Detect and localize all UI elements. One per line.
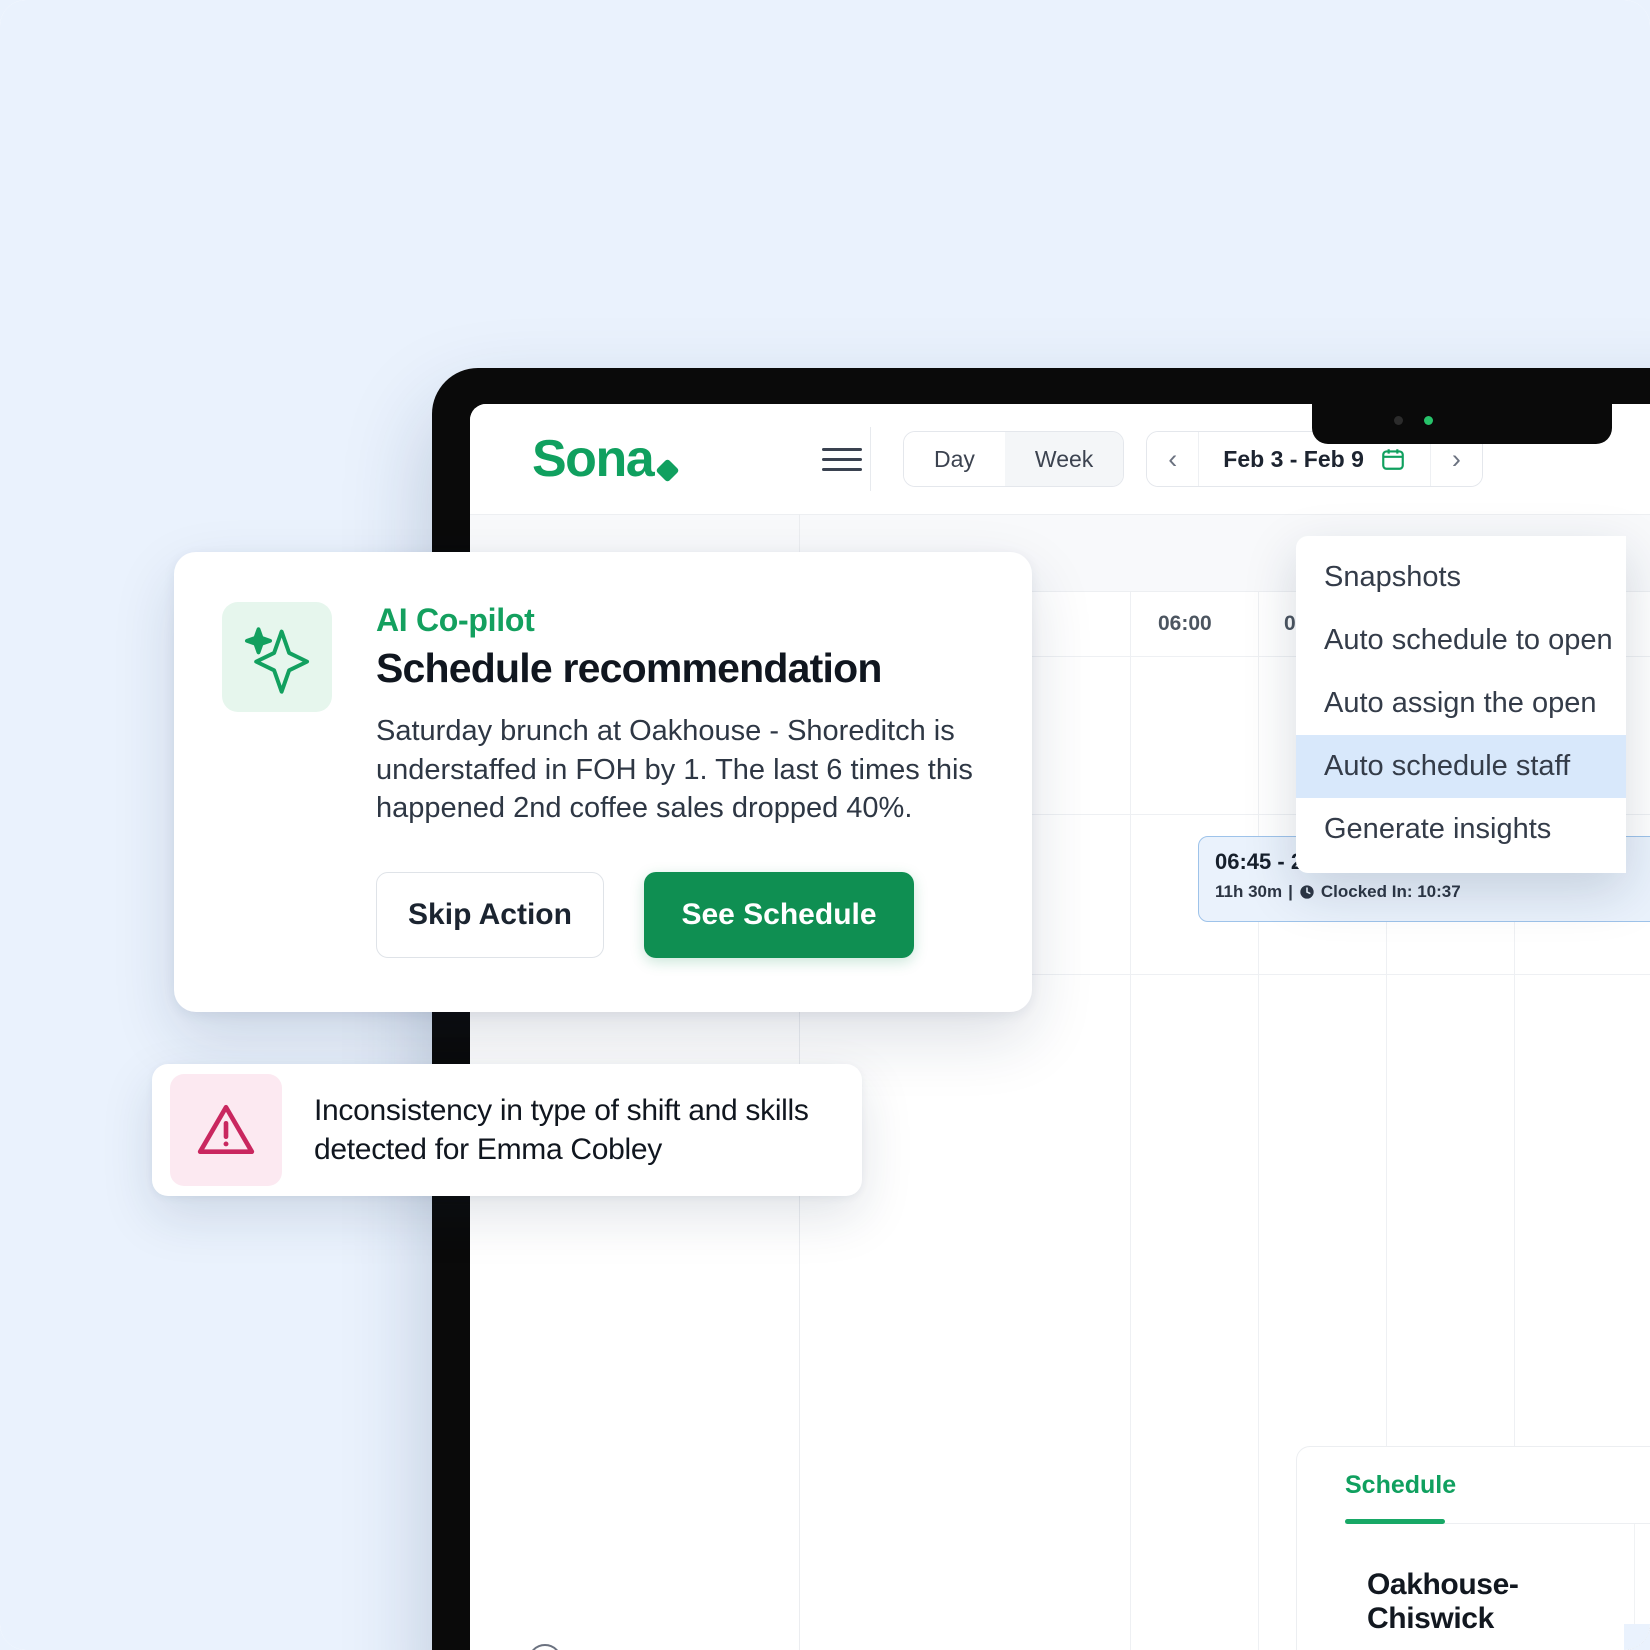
hamburger-icon[interactable] bbox=[822, 439, 862, 479]
date-range-text: Feb 3 - Feb 9 bbox=[1223, 445, 1364, 472]
logo-diamond-icon bbox=[655, 458, 680, 483]
corner-mask bbox=[1624, 1624, 1650, 1650]
copilot-title: Schedule recommendation bbox=[376, 645, 882, 691]
prev-week-button[interactable]: ‹ bbox=[1147, 432, 1200, 486]
sparkle-glyph bbox=[244, 627, 310, 694]
shift-clocked-in: Clocked In: 10:37 bbox=[1320, 882, 1461, 901]
menu-item-generate-insights[interactable]: Generate insights bbox=[1296, 798, 1626, 861]
skip-action-button[interactable]: Skip Action bbox=[376, 871, 604, 958]
camera-lens-icon bbox=[1394, 416, 1403, 425]
help-circle-icon: ? bbox=[528, 1644, 562, 1650]
menu-item-auto-schedule-staff[interactable]: Auto schedule staff bbox=[1296, 735, 1626, 798]
menu-item-auto-schedule-to-open[interactable]: Auto schedule to open bbox=[1296, 609, 1626, 672]
warning-glyph bbox=[197, 1104, 255, 1155]
tab-schedule[interactable]: Schedule bbox=[1345, 1471, 1456, 1516]
copilot-actions: Skip Action See Schedule bbox=[376, 871, 978, 958]
actions-dropdown-menu: Snapshots Auto schedule to open Auto ass… bbox=[1296, 536, 1626, 873]
chart-title: Oakhouse-Chiswick bbox=[1367, 1568, 1519, 1635]
app-logo[interactable]: Sona bbox=[470, 404, 800, 514]
schedule-panel: Schedule Oakhouse-Chiswick Correctly Sta… bbox=[1296, 1446, 1650, 1650]
staffing-chart: Oakhouse-Chiswick Correctly Staffed Unde… bbox=[1345, 1524, 1650, 1650]
page-root: Sona Day Week ‹ Feb 3 - Feb 9 › 06:00 06… bbox=[0, 0, 1650, 1650]
view-toggle-day[interactable]: Day bbox=[904, 432, 1005, 486]
copilot-description: Saturday brunch at Oakhouse - Shoreditch… bbox=[376, 715, 973, 825]
shift-duration: 11h 30m bbox=[1215, 882, 1283, 901]
ai-copilot-card: AI Co-pilot Schedule recommendation Satu… bbox=[174, 552, 1032, 1012]
grid-line-v bbox=[1258, 592, 1259, 1650]
corner-mask bbox=[1624, 0, 1650, 26]
camera-indicator-icon bbox=[1424, 416, 1433, 425]
shift-meta-separator: | bbox=[1288, 882, 1293, 901]
clock-icon bbox=[1300, 885, 1314, 899]
support-link[interactable]: ? Support bbox=[528, 1644, 662, 1650]
view-toggle-week[interactable]: Week bbox=[1004, 432, 1124, 486]
view-toggle-group: Day Week bbox=[903, 431, 1125, 487]
warning-message: Inconsistency in type of shift and skill… bbox=[314, 1094, 809, 1166]
logo-text: Sona bbox=[532, 430, 655, 488]
sparkle-icon bbox=[222, 602, 332, 712]
header-divider bbox=[870, 427, 871, 491]
grid-line-v bbox=[1130, 592, 1131, 1650]
device-camera-notch bbox=[1312, 398, 1612, 444]
corner-mask bbox=[0, 1624, 26, 1650]
time-tick-0600: 06:00 bbox=[1158, 612, 1212, 635]
see-schedule-button[interactable]: See Schedule bbox=[644, 871, 914, 958]
calendar-icon bbox=[1382, 449, 1404, 470]
warning-toast[interactable]: Inconsistency in type of shift and skill… bbox=[152, 1064, 862, 1196]
corner-mask bbox=[0, 0, 26, 26]
chart-legend: Oakhouse-Chiswick Correctly Staffed Unde… bbox=[1345, 1524, 1635, 1650]
menu-item-auto-assign-the-open[interactable]: Auto assign the open bbox=[1296, 672, 1626, 735]
copilot-eyebrow: AI Co-pilot bbox=[376, 602, 535, 638]
shift-meta: 11h 30m | Clocked In: 10:37 bbox=[1215, 882, 1650, 902]
warning-triangle-icon bbox=[170, 1074, 282, 1186]
menu-item-snapshots[interactable]: Snapshots bbox=[1296, 546, 1626, 609]
